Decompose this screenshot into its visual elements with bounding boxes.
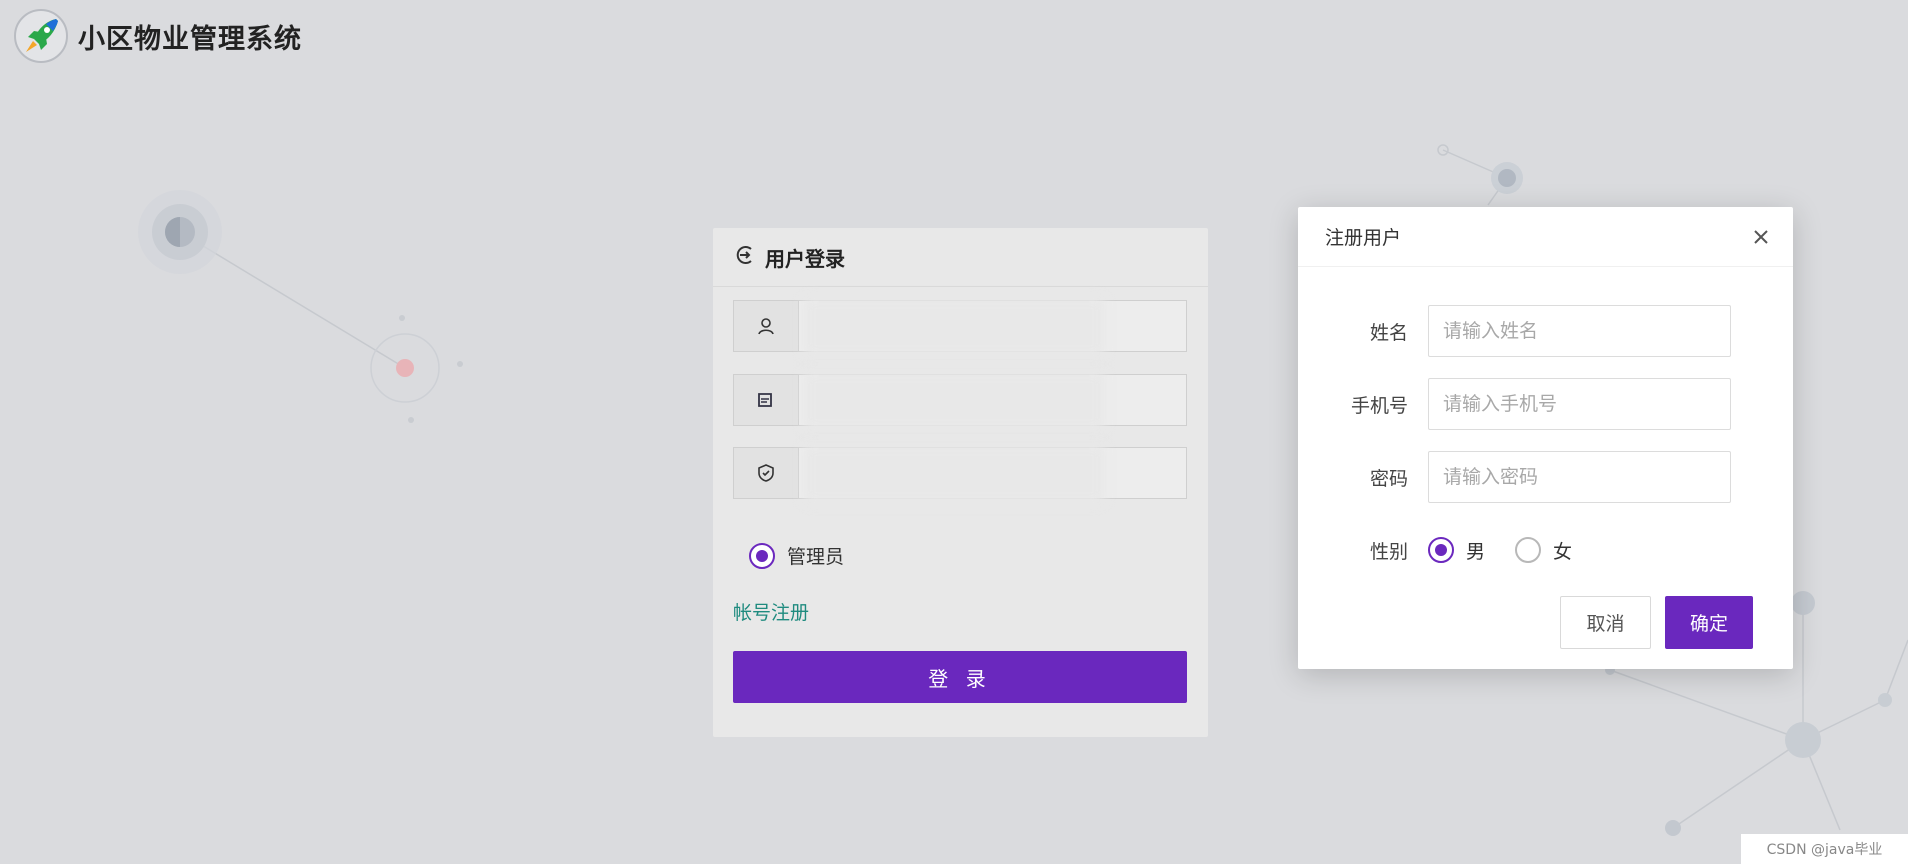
form-row-name: 姓名 [1298,305,1793,357]
app-title: 小区物业管理系统 [78,23,302,55]
gender-option-male[interactable]: 男 [1428,537,1485,564]
watermark: CSDN @java毕业 [1741,834,1908,864]
form-row-phone: 手机号 [1298,378,1793,430]
form-row-gender: 性别 男 女 [1298,524,1793,576]
captcha-icon [734,375,799,425]
role-option-admin[interactable]: 管理员 [749,542,844,569]
security-field[interactable] [733,444,1187,504]
password-input[interactable] [1428,451,1731,503]
gender-radio-group: 男 女 [1428,537,1602,564]
role-radio[interactable] [749,542,775,569]
name-label: 姓名 [1369,321,1408,344]
rocket-icon [14,9,68,63]
register-link[interactable]: 帐号注册 [733,598,809,625]
phone-label: 手机号 [1350,394,1408,417]
gender-female-label: 女 [1553,540,1573,563]
dialog-title: 注册用户 [1325,227,1402,249]
phone-input[interactable] [1428,378,1731,430]
dialog-actions: 取消 确定 [1560,596,1753,649]
role-label: 管理员 [787,546,845,568]
captcha-field[interactable] [733,371,1187,431]
app-header: 小区物业管理系统 [14,8,302,64]
login-icon [733,243,757,271]
login-card-header: 用户登录 [713,228,1208,287]
close-icon[interactable] [1749,225,1773,249]
gender-radio-male[interactable] [1428,537,1454,563]
username-field[interactable] [733,297,1187,357]
gender-label: 性别 [1369,540,1408,563]
form-row-password: 密码 [1298,451,1793,503]
user-icon [734,301,799,351]
login-card: 用户登录 管理员 帐号注册 登 录 [713,228,1208,737]
gender-radio-female[interactable] [1515,537,1542,563]
confirm-button[interactable]: 确定 [1665,596,1753,649]
password-label: 密码 [1369,467,1408,490]
gender-option-female[interactable]: 女 [1515,537,1572,564]
name-input[interactable] [1428,305,1731,357]
register-dialog: 注册用户 姓名 手机号 密码 性别 男 女 取消 确定 [1298,207,1793,669]
login-title: 用户登录 [765,246,845,271]
cancel-button[interactable]: 取消 [1560,596,1651,649]
gender-male-label: 男 [1466,540,1486,563]
login-button[interactable]: 登 录 [733,651,1187,703]
dialog-header: 注册用户 [1298,207,1793,267]
shield-check-icon [734,448,799,498]
